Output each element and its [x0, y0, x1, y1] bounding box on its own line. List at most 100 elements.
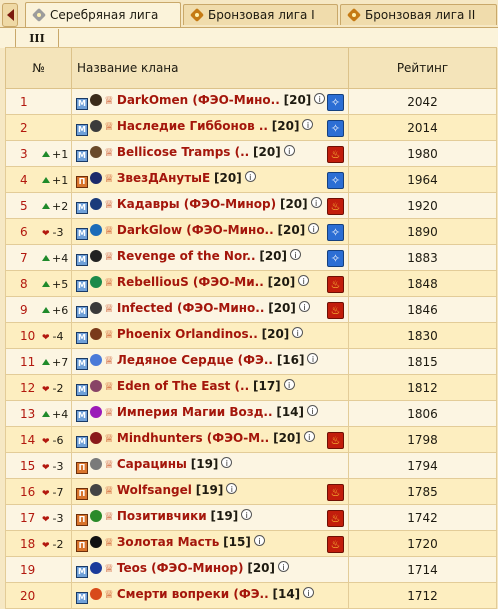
table-row[interactable]: 18 ❤ -2 П ♕ Золотая Масть [15] i ♨ 1720 [5, 530, 497, 557]
table-row[interactable]: 17 ❤ -3 П ♕ Позитивчики [19] i ♨ 1742 [5, 504, 497, 531]
tab-silver-league[interactable]: Серебряная лига [25, 2, 181, 27]
info-icon[interactable]: i [290, 248, 302, 260]
table-row[interactable]: 19 M ♕ Teos (ФЭО-Минор) [20] i 1714 [5, 556, 497, 583]
table-row[interactable]: 16 ❤ -7 П ♕ Wolfsangel [19] i ♨ 1785 [5, 478, 497, 505]
clan-name-link[interactable]: Wolfsangel [117, 483, 192, 497]
tab-label: Бронзовая лига I [208, 8, 315, 22]
clan-emblem-icon[interactable] [90, 119, 102, 132]
info-icon[interactable]: i [303, 430, 315, 442]
info-icon[interactable]: i [303, 587, 315, 598]
info-icon[interactable]: i [278, 561, 290, 572]
info-icon[interactable]: i [253, 534, 265, 546]
info-icon[interactable]: i [241, 508, 253, 520]
clan-emblem-icon[interactable] [90, 223, 102, 236]
info-icon[interactable]: i [298, 274, 310, 286]
info-icon[interactable]: i [292, 327, 304, 338]
faction-icon: M [76, 279, 88, 292]
clan-name-link[interactable]: Teos (ФЭО-Минор) [117, 561, 244, 575]
header-clan-name[interactable]: Название клана [71, 47, 349, 89]
clan-name-link[interactable]: Bellicose Tramps (.. [117, 145, 249, 159]
rank-cell: 10 ❤ -4 [5, 322, 72, 349]
clan-name-link[interactable]: Infected (ФЭО-Мино.. [117, 301, 265, 315]
table-row[interactable]: 5 +2 M ♕ Кадавры (ФЭО-Минор) [20] i ♨ 1920 [5, 192, 497, 219]
info-icon[interactable]: i [283, 144, 295, 156]
tab-bronze-league-1[interactable]: Бронзовая лига I [183, 4, 338, 25]
clan-name-link[interactable]: DarkOmen (ФЭО-Мино.. [117, 93, 280, 107]
clan-cell: П ♕ Золотая Масть [15] i ♨ [71, 530, 349, 557]
info-icon[interactable]: i [221, 457, 233, 468]
clan-name-link[interactable]: Позитивчики [117, 509, 207, 523]
header-rating[interactable]: Рейтинг [348, 47, 497, 89]
clan-emblem-icon[interactable] [90, 249, 102, 262]
table-row[interactable]: 10 ❤ -4 M ♕ Phoenix Orlandinos.. [20] i 1830 [5, 322, 497, 349]
info-icon[interactable]: i [314, 92, 326, 104]
table-row[interactable]: 15 ❤ -3 П ♕ Сарацины [19] i 1794 [5, 452, 497, 479]
table-row[interactable]: 7 +4 M ♕ Revenge of the Nor.. [20] i ✧ 1883 [5, 244, 497, 271]
table-row[interactable]: 12 ❤ -2 M ♕ Eden of The East (.. [17] i 1812 [5, 374, 497, 401]
clan-name-link[interactable]: Золотая Масть [117, 535, 219, 549]
clan-emblem-icon[interactable] [90, 328, 102, 340]
rank-up-icon [42, 410, 50, 417]
rating-value: 1920 [348, 192, 497, 219]
clan-name-link[interactable]: Phoenix Orlandinos.. [117, 327, 258, 341]
clan-emblem-icon[interactable] [90, 275, 102, 288]
rank-cell: 3 +1 [5, 140, 72, 167]
clan-emblem-icon[interactable] [90, 562, 102, 574]
table-row[interactable]: 3 +1 M ♕ Bellicose Tramps (.. [20] i ♨ 1980 [5, 140, 497, 167]
rank-position: 5 [20, 198, 28, 213]
clan-name-link[interactable]: RebelliouS (ФЭО-Ми.. [117, 275, 264, 289]
clan-name-link[interactable]: Наследие Гиббонов .. [117, 119, 268, 133]
clan-name-link[interactable]: Eden of The East (.. [117, 379, 249, 393]
clan-name-link[interactable]: Смерти вопреки (ФЭ.. [117, 587, 269, 601]
info-icon[interactable]: i [310, 196, 322, 208]
clan-emblem-icon[interactable] [90, 197, 102, 210]
clan-name-link[interactable]: Mindhunters (ФЭО-М.. [117, 431, 269, 445]
clan-emblem-icon[interactable] [90, 535, 102, 548]
info-icon[interactable]: i [302, 118, 314, 130]
table-row[interactable]: 13 +4 M ♕ Империя Магии Возд.. [14] i 1806 [5, 400, 497, 427]
clan-emblem-icon[interactable] [90, 380, 102, 392]
clan-emblem-icon[interactable] [90, 458, 102, 470]
clan-name-link[interactable]: Revenge of the Nor.. [117, 249, 256, 263]
clan-cell: П ♕ ЗвезДАнутыЕ [20] i ✧ [71, 166, 349, 193]
prev-arrow-icon[interactable] [2, 3, 18, 27]
clan-emblem-icon[interactable] [90, 431, 102, 444]
info-icon[interactable]: i [298, 300, 310, 312]
info-icon[interactable]: i [283, 379, 295, 390]
clan-name-link[interactable]: ЗвезДАнутыЕ [117, 171, 210, 185]
info-icon[interactable]: i [244, 170, 256, 182]
crown-icon: ♕ [104, 328, 114, 341]
clan-emblem-icon[interactable] [90, 301, 102, 314]
clan-emblem-icon[interactable] [90, 509, 102, 522]
table-row[interactable]: 11 +7 M ♕ Ледяное Сердце (ФЭ.. [16] i 1815 [5, 348, 497, 375]
table-row[interactable]: 4 +1 П ♕ ЗвезДАнутыЕ [20] i ✧ 1964 [5, 166, 497, 193]
clan-name-link[interactable]: Кадавры (ФЭО-Минор) [117, 197, 276, 211]
clan-emblem-icon[interactable] [90, 483, 102, 496]
table-row[interactable]: 9 +6 M ♕ Infected (ФЭО-Мино.. [20] i ♨ 1846 [5, 296, 497, 323]
clan-name-link[interactable]: Империя Магии Возд.. [117, 405, 273, 419]
table-row[interactable]: 8 +5 M ♕ RebelliouS (ФЭО-Ми.. [20] i ♨ 1848 [5, 270, 497, 297]
clan-emblem-icon[interactable] [90, 171, 102, 184]
table-row[interactable]: 2 M ♕ Наследие Гиббонов .. [20] i ✧ 2014 [5, 114, 497, 141]
clan-emblem-icon[interactable] [90, 588, 102, 600]
table-row[interactable]: 14 ❤ -6 M ♕ Mindhunters (ФЭО-М.. [20] i ♨ 1798 [5, 426, 497, 453]
clan-emblem-icon[interactable] [90, 406, 102, 418]
clan-name-link[interactable]: DarkGlow (ФЭО-Мино.. [117, 223, 274, 237]
info-icon[interactable]: i [307, 405, 319, 416]
rank-position: 7 [20, 250, 28, 265]
table-row[interactable]: 1 M ♕ DarkOmen (ФЭО-Мино.. [20] i ✧ 2042 [5, 88, 497, 115]
header-rank[interactable]: № [5, 47, 72, 89]
clan-emblem-icon[interactable] [90, 354, 102, 366]
info-icon[interactable]: i [308, 222, 320, 234]
clan-emblem-icon[interactable] [90, 145, 102, 158]
info-icon[interactable]: i [307, 353, 319, 364]
clan-name-link[interactable]: Сарацины [117, 457, 187, 471]
tab-division[interactable]: III [15, 29, 59, 49]
table-row[interactable]: 20 M ♕ Смерти вопреки (ФЭ.. [14] i 1712 [5, 582, 497, 609]
info-icon[interactable]: i [226, 482, 238, 494]
rank-position: 18 [20, 536, 36, 551]
clan-name-link[interactable]: Ледяное Сердце (ФЭ.. [117, 353, 273, 367]
clan-emblem-icon[interactable] [90, 93, 102, 106]
tab-bronze-league-2[interactable]: Бронзовая лига II [340, 4, 497, 25]
table-row[interactable]: 6 ❤ -3 M ♕ DarkGlow (ФЭО-Мино.. [20] i ✧ 1890 [5, 218, 497, 245]
